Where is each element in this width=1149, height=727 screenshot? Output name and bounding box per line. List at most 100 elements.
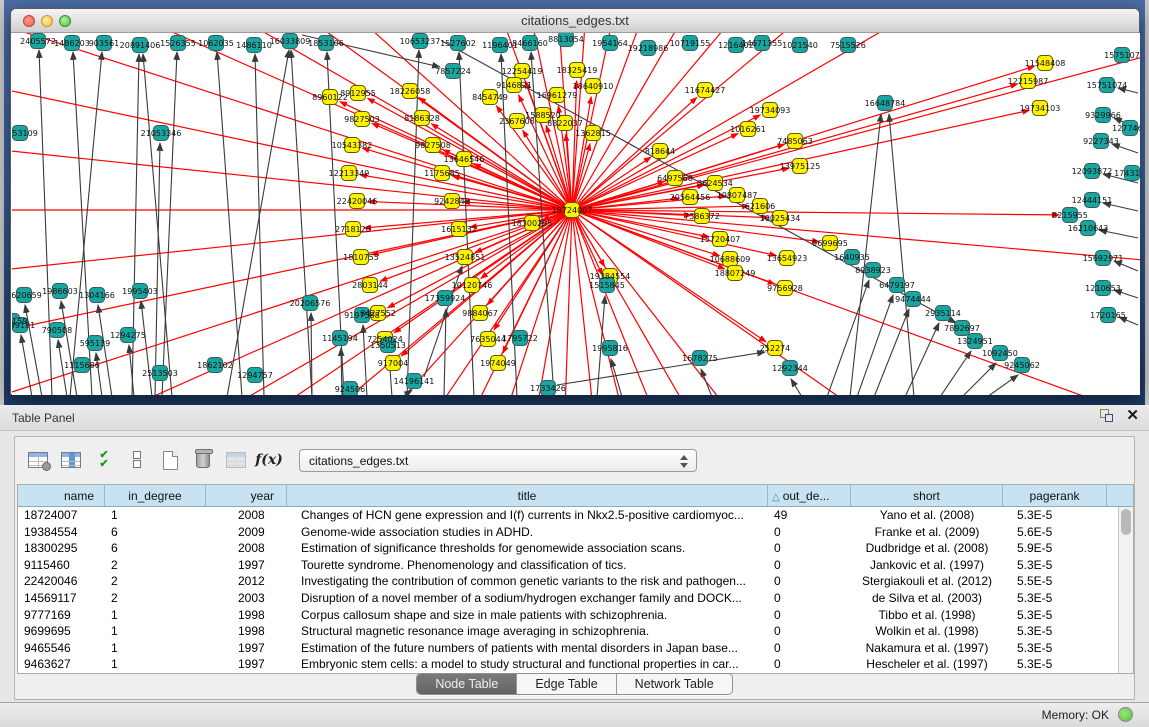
graph-node-label: 20564456	[670, 193, 711, 202]
graph-node-label: 2405572	[20, 37, 56, 46]
tab-node-table[interactable]: Node Table	[417, 674, 517, 694]
table-cell: 5.6E-5	[1003, 524, 1107, 541]
graph-node-label: 1115686	[64, 361, 100, 370]
table-cell: Estimation of the future numbers of pati…	[287, 640, 768, 657]
table-cell: Stergiakouli et al. (2012)	[851, 573, 1003, 590]
graph-node-label: 903561	[89, 39, 120, 48]
memory-status-label: Memory: OK	[1042, 708, 1109, 722]
table-panel-content: ✔✔ f(x) citations_edges.txt nam	[14, 436, 1135, 700]
graph-node-label: 8938923	[855, 266, 891, 275]
table-cell: 5.3E-5	[1003, 557, 1107, 574]
table-cell: Corpus callosum shape and size in male p…	[287, 607, 768, 624]
memory-ok-indicator	[1118, 707, 1133, 722]
graph-node-label: 14671355	[742, 39, 783, 48]
graph-node-label: 13646546	[444, 155, 485, 164]
tab-network-table[interactable]: Network Table	[617, 674, 732, 694]
graph-node-label: 7635044	[470, 335, 506, 344]
column-header-title[interactable]: title	[287, 485, 768, 506]
graph-node-label: 10543382	[332, 141, 373, 150]
table-cell: 1	[105, 507, 206, 524]
graph-node-label: 924506	[335, 385, 366, 394]
graph-node-label: 2803144	[352, 281, 388, 290]
table-cell: 2012	[206, 573, 287, 590]
graph-node-label: 1615132	[441, 225, 477, 234]
column-header-pagerank[interactable]: pagerank	[1003, 485, 1107, 506]
column-header-short[interactable]: short	[851, 485, 1003, 506]
graph-node-label: 1304166	[79, 291, 115, 300]
close-panel-icon[interactable]: ✕	[1126, 409, 1139, 423]
table-row[interactable]: 1872400712008Changes of HCN gene express…	[18, 507, 1118, 524]
graph-node-label: 252274	[760, 344, 791, 353]
graph-node-label: 2935114	[925, 309, 961, 318]
graph-node-label: 8912955	[340, 89, 376, 98]
graph-node-label: 12093872	[1072, 167, 1113, 176]
table-row[interactable]: 977716911998Corpus callosum shape and si…	[18, 607, 1118, 624]
tab-edge-table[interactable]: Edge Table	[517, 674, 616, 694]
table-cell: 2008	[206, 540, 287, 557]
column-header-year[interactable]: year	[206, 485, 287, 506]
graph-node-label: 10120746	[452, 281, 493, 290]
graph-node-label: 1515845	[589, 281, 625, 290]
table-row[interactable]: 1830029562008Estimation of significance …	[18, 540, 1118, 557]
delete-column-button[interactable]	[190, 447, 216, 473]
table-row[interactable]: 946554611997Estimation of the future num…	[18, 640, 1118, 657]
scrollbar-thumb[interactable]	[1121, 509, 1131, 535]
network-window: citations_edges.txt 18724007183002958960…	[10, 8, 1140, 395]
graph-node-label: 1362815	[575, 129, 611, 138]
graph-node-label: 1486110	[236, 41, 272, 50]
graph-node-label: 1526355	[160, 39, 196, 48]
table-row[interactable]: 2242004622012Investigating the contribut…	[18, 573, 1118, 590]
graph-node-label: 1016261	[730, 125, 766, 134]
column-header-in_degree[interactable]: in_degree	[105, 485, 206, 506]
row-height-button[interactable]	[124, 447, 150, 473]
graph-node-label: 1292344	[772, 364, 808, 373]
new-column-button[interactable]	[157, 447, 183, 473]
table-cell: Estimation of significance thresholds fo…	[287, 540, 768, 557]
column-header-out_de[interactable]: △out_de...	[768, 485, 851, 506]
graph-node-label: 12444151	[1072, 196, 1113, 205]
table-cell: Structural magnetic resonance image aver…	[287, 623, 768, 640]
show-columns-button[interactable]	[58, 447, 84, 473]
table-cell: Nakamura et al. (1997)	[851, 640, 1003, 657]
table-row[interactable]: 1938455462009Genome-wide association stu…	[18, 524, 1118, 541]
network-canvas[interactable]: 1872400718300295896012289129551822605898…	[12, 33, 1140, 395]
table-row[interactable]: 1456911722003Disruption of a novel membe…	[18, 590, 1118, 607]
graph-node-label: 9827503	[344, 115, 380, 124]
graph-node-label: 9146821	[496, 81, 532, 90]
table-scrollbar[interactable]	[1118, 507, 1133, 673]
graph-node-label: 8215955	[1052, 211, 1088, 220]
table-cell: 9463627	[18, 656, 105, 673]
graph-node-label: 13654923	[767, 254, 808, 263]
table-cell: 9777169	[18, 607, 105, 624]
graph-node-label: 20891406	[120, 41, 161, 50]
graph-node-label: 8186328	[404, 114, 440, 123]
float-panel-icon[interactable]	[1100, 409, 1114, 423]
table-selector-dropdown[interactable]: citations_edges.txt	[299, 449, 697, 472]
graph-node-label: 1743103	[1114, 169, 1140, 178]
table-cell: 2	[105, 557, 206, 574]
delete-table-button[interactable]	[223, 447, 249, 473]
table-selector-value: citations_edges.txt	[309, 454, 408, 468]
graph-node-label: 2718120	[335, 225, 371, 234]
graph-node-label: 12254419	[502, 67, 543, 76]
graph-node-label: 1974049	[480, 359, 516, 368]
table-row[interactable]: 911546021997Tourette syndrome. Phenomeno…	[18, 557, 1118, 574]
select-columns-button[interactable]: ✔✔	[91, 447, 117, 473]
graph-node-label: 15751074	[1087, 81, 1128, 90]
graph-node-label: 10807487	[717, 191, 758, 200]
window-title: citations_edges.txt	[11, 13, 1139, 28]
table-options-button[interactable]	[25, 447, 51, 473]
table-cell: 2	[105, 590, 206, 607]
function-builder-button[interactable]: f(x)	[256, 447, 282, 473]
network-window-titlebar[interactable]: citations_edges.txt	[11, 9, 1139, 33]
graph-node-label: 10688609	[710, 255, 751, 264]
graph-node-label: 19218986	[628, 44, 669, 53]
graph-node-label: 16648784	[865, 99, 906, 108]
table-cell: Yano et al. (2008)	[851, 507, 1003, 524]
table-type-tabs: Node TableEdge TableNetwork Table	[416, 673, 732, 695]
graph-node-label: 917004	[378, 359, 409, 368]
graph-node-label: 17359924	[425, 294, 466, 303]
column-header-name[interactable]: name	[18, 485, 105, 506]
table-row[interactable]: 946362711997Embryonic stem cells: a mode…	[18, 656, 1118, 673]
table-row[interactable]: 969969511998Structural magnetic resonanc…	[18, 623, 1118, 640]
